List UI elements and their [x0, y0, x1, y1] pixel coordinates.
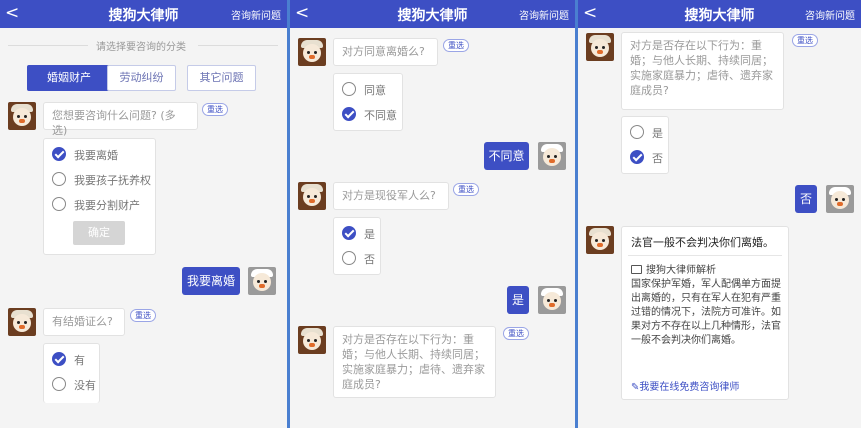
options-card: 是 否 [333, 217, 381, 275]
screenshot: < 搜狗大律师 咨询新问题 请选择要咨询的分类 婚姻财产 劳动纠纷 其它问题 您… [0, 0, 861, 428]
category-labor-button[interactable]: 劳动纠纷 [107, 65, 176, 91]
lawyer-avatar [298, 326, 326, 354]
new-question-button[interactable]: 咨询新问题 [519, 7, 569, 22]
user-answer-bubble: 不同意 [484, 142, 529, 170]
question-bubble: 有结婚证么? [43, 308, 125, 336]
user-answer-bubble: 否 [795, 185, 817, 213]
radio[interactable] [342, 82, 356, 96]
chat-panel-2: < 搜狗大律师 咨询新问题 对方同意离婚么? 重选 同意 不同意 不同意 对方是… [290, 0, 575, 428]
user-avatar [826, 185, 854, 213]
checkbox-checked[interactable] [52, 147, 66, 161]
radio-checked[interactable] [630, 150, 644, 164]
radio[interactable] [52, 377, 66, 391]
radio[interactable] [342, 251, 356, 265]
panel-divider [575, 0, 578, 428]
result-title: 法官一般不会判决你们离婚。 [631, 236, 774, 249]
divider [628, 255, 782, 256]
analysis-header: 搜狗大律师解析 [631, 261, 716, 276]
header: < 搜狗大律师 咨询新问题 [290, 0, 575, 28]
reselect-button[interactable]: 重选 [443, 39, 469, 52]
lawyer-avatar [298, 182, 326, 210]
question-bubble: 对方是否存在以下行为：重婚；与他人长期、持续同居；实施家庭暴力；虐待、遗弃家庭成… [333, 326, 496, 398]
reselect-button[interactable]: 重选 [792, 34, 818, 47]
new-question-button[interactable]: 咨询新问题 [231, 7, 281, 22]
lawyer-avatar [8, 308, 36, 336]
confirm-button[interactable]: 确定 [73, 221, 125, 245]
category-other-button[interactable]: 其它问题 [187, 65, 256, 91]
options-card: 有 没有 [43, 343, 100, 403]
reselect-button[interactable]: 重选 [202, 103, 228, 116]
result-card: 法官一般不会判决你们离婚。 搜狗大律师解析 国家保护军婚，军人配偶单方面提出离婚… [621, 226, 789, 400]
new-question-button[interactable]: 咨询新问题 [805, 7, 855, 22]
checkbox[interactable] [52, 172, 66, 186]
divider [198, 45, 278, 46]
user-avatar [538, 286, 566, 314]
question-bubble: 您想要咨询什么问题? (多选) [43, 102, 198, 137]
options-card: 同意 不同意 [333, 73, 403, 131]
lawyer-avatar [586, 226, 614, 254]
radio-checked[interactable] [342, 107, 356, 121]
category-marriage-button[interactable]: 婚姻财产 [27, 65, 111, 91]
consult-lawyer-link[interactable]: ✎我要在线免费咨询律师 [631, 378, 739, 393]
question-bubble: 对方是否存在以下行为：重婚；与他人长期、持续同居；实施家庭暴力；虐待、遗弃家庭成… [621, 32, 784, 110]
radio[interactable] [630, 125, 644, 139]
book-icon [631, 265, 642, 274]
category-prompt: 请选择要咨询的分类 [96, 42, 186, 53]
question-bubble: 对方同意离婚么? [333, 38, 438, 66]
chat-panel-1: < 搜狗大律师 咨询新问题 请选择要咨询的分类 婚姻财产 劳动纠纷 其它问题 您… [0, 0, 287, 428]
lawyer-avatar [586, 33, 614, 61]
chat-panel-3: < 搜狗大律师 咨询新问题 对方是否存在以下行为：重婚；与他人长期、持续同居；实… [578, 0, 861, 428]
reselect-button[interactable]: 重选 [130, 309, 156, 322]
radio-checked[interactable] [342, 226, 356, 240]
panel-divider [287, 0, 290, 428]
reselect-button[interactable]: 重选 [503, 327, 529, 340]
header: < 搜狗大律师 咨询新问题 [0, 0, 287, 28]
analysis-text: 国家保护军婚，军人配偶单方面提出离婚的，只有在军人在犯有严重过错的情况下，法院方… [631, 279, 781, 346]
user-answer-bubble: 是 [507, 286, 529, 314]
question-bubble: 对方是现役军人么? [333, 182, 449, 210]
divider [8, 45, 88, 46]
reselect-button[interactable]: 重选 [453, 183, 479, 196]
checkbox[interactable] [52, 197, 66, 211]
options-card: 是 否 [621, 116, 669, 174]
user-avatar [538, 142, 566, 170]
options-card: 我要离婚 我要孩子抚养权 我要分割财产 确定 [43, 138, 156, 255]
header: < 搜狗大律师 咨询新问题 [578, 0, 861, 28]
lawyer-avatar [8, 102, 36, 130]
lawyer-avatar [298, 38, 326, 66]
user-answer-bubble: 我要离婚 [182, 267, 240, 295]
radio-checked[interactable] [52, 352, 66, 366]
user-avatar [248, 267, 276, 295]
